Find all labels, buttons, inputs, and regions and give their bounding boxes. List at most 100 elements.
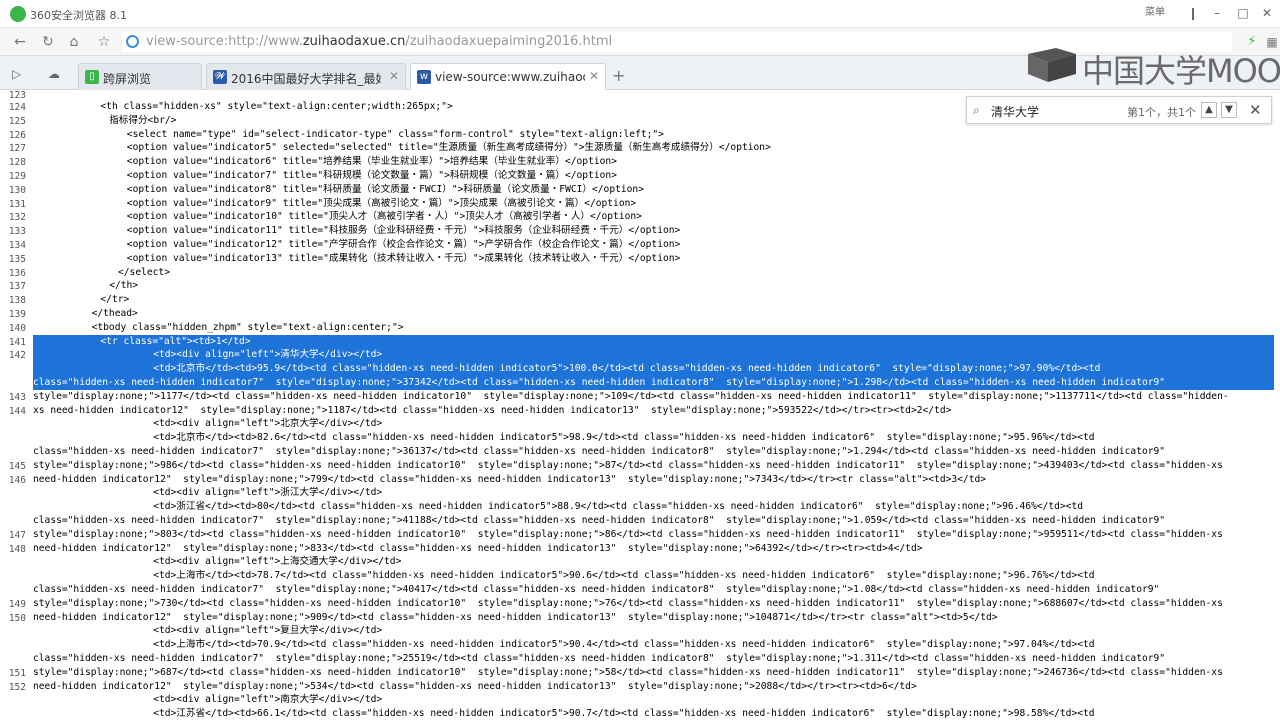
source-line: <td><div align="left">南京大学</div></td> [153,694,383,706]
refresh-icon[interactable]: ↻ [38,33,58,51]
line-number: 134 [8,240,26,251]
tab-cross-screen[interactable]: ▯ 跨屏浏览 [78,63,202,90]
line-number: 141 [8,336,26,348]
line-number: 133 [8,226,26,238]
line-number: 127 [8,143,26,155]
source-line: need-hidden indicator12" style="display:… [33,611,998,623]
source-line: <option value="indicator11" title="科技服务（… [126,225,681,237]
source-line: <option value="indicator5" selected="sel… [126,142,771,154]
source-line: <td><div align="left">清华大学</div></td> [153,349,383,361]
line-number: 128 [8,157,26,169]
source-line: <td><div align="left">北京大学</div></td> [153,418,383,430]
source-line: <td><div align="left">浙江大学</div></td> [153,487,383,499]
line-number: 126 [8,129,26,141]
find-previous-button[interactable]: ▲ [1201,102,1217,118]
source-line: style="display:none;">1177</td><td class… [33,390,1229,402]
source-line: <td>江苏省</td><td>66.1</td><td class="hidd… [153,708,1095,720]
tab-label: 跨屏浏览 [103,72,152,86]
line-number: 140 [8,322,26,334]
source-line: style="display:none;">687</td><td class=… [33,666,1223,678]
line-number: 142 [8,350,26,362]
maximize-button[interactable]: □ [1232,4,1254,22]
line-number: 124 [8,102,26,113]
tab-close-icon[interactable]: ✕ [389,69,399,83]
source-line: need-hidden indicator12" style="display:… [33,680,917,692]
source-line: <td>浙江省</td><td>80</td><td class="hidden… [153,501,1084,513]
line-number: 143 [8,391,26,403]
source-line: <select name="type" id="select-indicator… [126,128,664,140]
source-line: <td>北京市</td><td>95.9</td><td class="hidd… [153,363,1101,375]
source-line: </select> [118,266,170,278]
line-number: 129 [8,171,26,182]
source-line: <option value="indicator13" title="成果转化（… [126,252,681,264]
line-number: 135 [8,253,26,265]
phone-icon: ▯ [85,70,99,84]
window-title: 360安全浏览器 8.1 [30,9,127,22]
line-number: 136 [8,267,26,279]
source-line: style="display:none;">986</td><td class=… [33,459,1223,471]
line-number: 123 [8,90,26,101]
pin-icon[interactable]: ❙ [1184,4,1202,22]
source-line: 指标得分<br/> [109,114,177,126]
minimize-button[interactable]: – [1206,4,1228,22]
tab-view-source[interactable]: w view-source:www.zuihaodaxu ✕ [410,63,606,91]
source-line: <option value="indicator12" title="产学研合作… [126,239,681,250]
source-line: <td>北京市</td><td>82.6</td><td class="hidd… [153,432,1095,444]
source-line: need-hidden indicator12" style="display:… [33,473,987,485]
source-line: style="display:none;">803</td><td class=… [33,528,1223,540]
line-number: 132 [8,212,26,224]
source-view[interactable]: 124 125 126 127 128 129 130 131 132 133 134 135 136 1… [0,90,1280,720]
source-line: need-hidden indicator12" style="display:… [33,542,923,554]
search-icon: ⌕ [973,103,980,117]
line-number: 137 [8,281,26,293]
bookmark-star-icon[interactable]: ☆ [94,33,114,51]
close-window-button[interactable]: ✕ [1256,4,1278,22]
tab-label: 2016中国最好大学排名_最好大 [231,72,381,86]
mooc-logo-icon [1028,48,1076,82]
source-line: <option value="indicator8" title="科研质量（论… [126,183,644,195]
line-number: 151 [8,667,26,679]
source-line: </tr> [100,294,130,306]
source-line: class="hidden-xs need-hidden indicator7"… [33,377,1166,388]
find-close-icon[interactable]: ✕ [1249,101,1262,119]
source-line: <option value="indicator9" title="顶尖成果（高… [126,197,637,209]
line-number: 150 [8,612,26,624]
line-number: 138 [8,295,26,307]
line-number-gutter: 124 125 126 127 128 129 130 131 132 133 134 135 136 1… [0,90,30,720]
find-result-count: 第1个，共1个 [1127,106,1196,119]
site-icon: w [417,70,431,84]
source-line: class="hidden-xs need-hidden indicator7"… [33,584,1160,595]
source-line: xs need-hidden indicator12" style="displ… [33,404,952,416]
source-line: <th class="hidden-xs" style="text-align:… [100,101,453,112]
line-number: 149 [8,598,26,610]
back-arrow-icon[interactable]: ← [10,33,30,51]
url-text: view-source:http://www.zuihaodaxue.cn/zu… [146,34,613,49]
source-line: <option value="indicator6" title="培养结果（毕… [126,156,617,168]
source-line: <td><div align="left">复旦大学</div></td> [153,625,383,637]
source-line: style="display:none;">730</td><td class=… [33,597,1223,609]
source-line: class="hidden-xs need-hidden indicator7"… [33,653,1166,664]
new-tab-button[interactable]: + [612,66,625,85]
find-next-button[interactable]: ▼ [1221,102,1237,118]
find-input[interactable]: 清华大学 [991,103,1039,120]
tab-ranking-page[interactable]: 𝓦 2016中国最好大学排名_最好大 ✕ [206,63,406,90]
tab-close-icon[interactable]: ✕ [589,69,599,83]
source-line: </thead> [91,308,138,319]
source-line: <td>上海市</td><td>78.7</td><td class="hidd… [153,570,1095,582]
mooc-text: 中国大学MOOC [1082,52,1280,90]
line-number: 131 [8,198,26,210]
browser-logo-icon [10,6,26,22]
tab-label: view-source:www.zuihaodaxu [435,70,585,84]
source-line: <tbody class="hidden_zhpm" style="text-a… [91,321,404,333]
line-number: 148 [8,543,26,555]
source-line: class="hidden-xs need-hidden indicator7"… [33,515,1166,526]
menu-button[interactable]: 菜单 [1140,4,1170,22]
sidebar-toggle-icon[interactable]: ▷ [12,67,21,81]
site-icon: 𝓦 [213,70,227,84]
source-line: <option value="indicator7" title="科研规模（论… [126,170,617,181]
source-line: </th> [109,280,139,292]
source-line: <option value="indicator10" title="顶尖人才（… [126,211,642,223]
page-info-icon [126,35,139,48]
home-icon[interactable]: ⌂ [64,33,84,51]
cloud-icon[interactable]: ☁ [48,67,60,81]
